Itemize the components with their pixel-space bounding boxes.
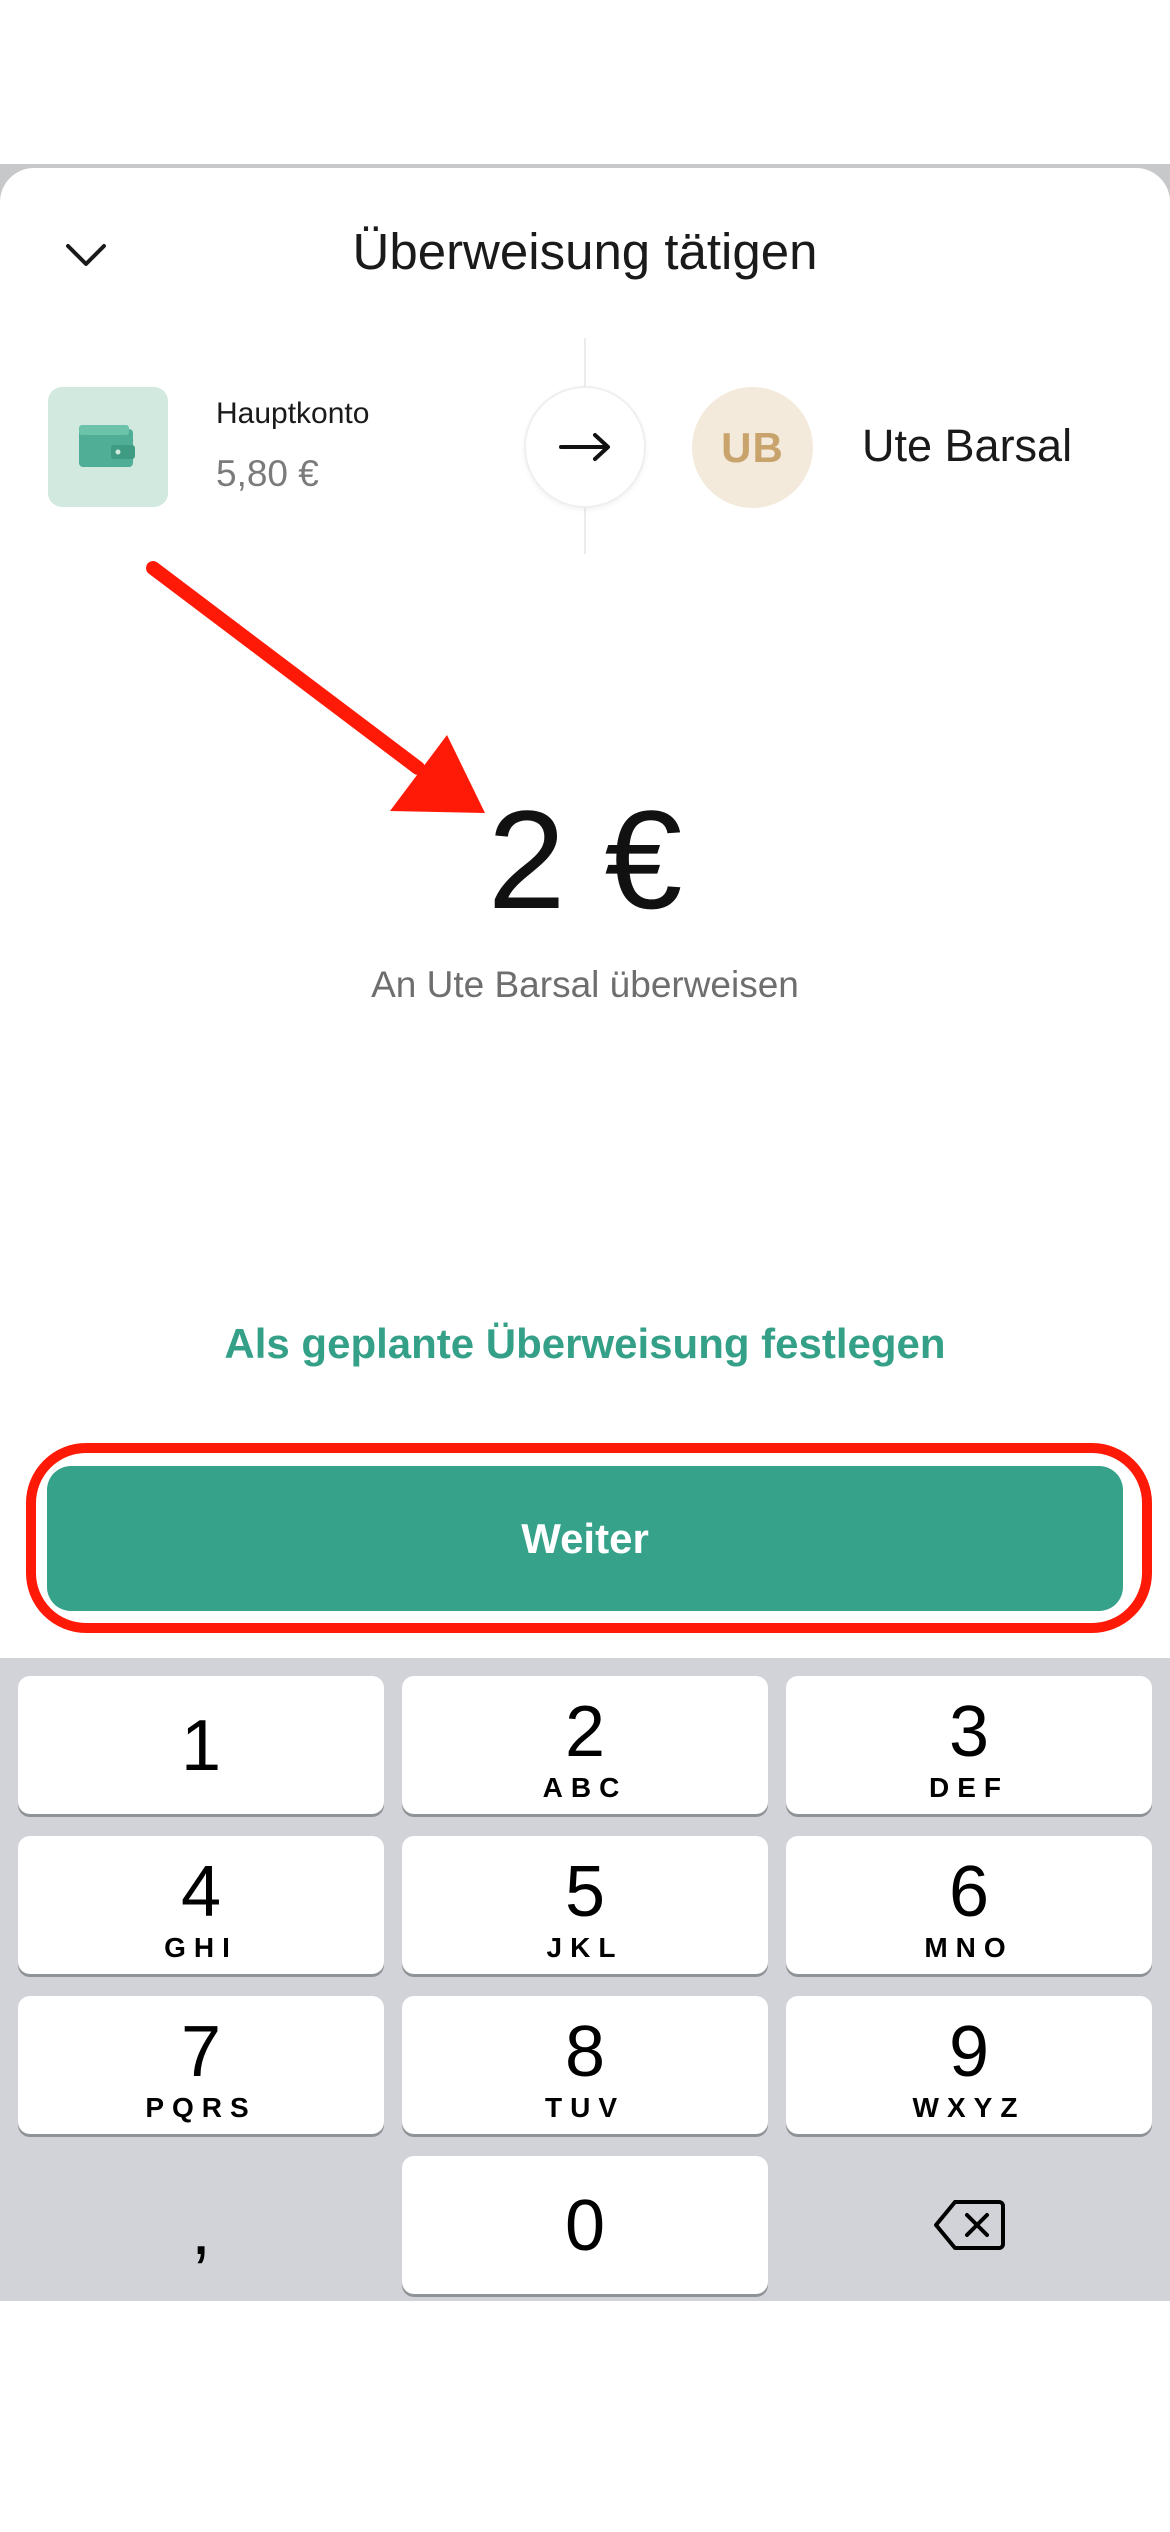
key-8[interactable]: 8 TUV <box>402 1996 768 2134</box>
key-letters: TUV <box>545 2092 625 2123</box>
key-letters: WXYZ <box>912 2092 1026 2123</box>
key-letters: GHI <box>164 1932 238 1963</box>
arrow-right-icon <box>559 433 610 461</box>
key-digit: 0 <box>564 2186 606 2266</box>
source-account-balance: 5,80 € <box>216 453 319 494</box>
key-2[interactable]: 2 ABC <box>402 1676 768 1814</box>
key-4[interactable]: 4 GHI <box>18 1836 384 1974</box>
recipient-name: Ute Barsal <box>862 420 1073 471</box>
status-area <box>0 0 1170 166</box>
key-letters: PQRS <box>145 2092 257 2123</box>
key-digit: 2 <box>564 1692 606 1772</box>
key-letters: ABC <box>542 1772 628 1803</box>
transfer-direction <box>524 386 646 508</box>
home-indicator-area <box>0 2301 1170 2532</box>
schedule-transfer-link[interactable]: Als geplante Überweisung festlegen <box>0 1320 1170 1368</box>
key-digit: 6 <box>948 1852 990 1932</box>
key-5[interactable]: 5 JKL <box>402 1836 768 1974</box>
key-7[interactable]: 7 PQRS <box>18 1996 384 2134</box>
source-account-icon <box>48 387 168 507</box>
key-3[interactable]: 3 DEF <box>786 1676 1152 1814</box>
key-delete[interactable] <box>786 2156 1152 2294</box>
key-letters: DEF <box>929 1772 1009 1803</box>
continue-button[interactable]: Weiter <box>47 1466 1123 1611</box>
amount-display: 2 € <box>487 781 683 938</box>
key-letters: MNO <box>924 1932 1014 1963</box>
key-digit: 7 <box>180 2012 222 2092</box>
key-letters: JKL <box>546 1932 624 1963</box>
backspace-icon <box>934 2200 1005 2250</box>
recipient-avatar: UB <box>692 387 813 508</box>
key-digit: 8 <box>564 2012 606 2092</box>
key-digit: 5 <box>564 1852 606 1932</box>
source-account-name: Hauptkonto <box>216 397 370 430</box>
key-digit: 4 <box>180 1852 222 1932</box>
key-1[interactable]: 1 <box>18 1676 384 1814</box>
page-title: Überweisung tätigen <box>352 223 818 280</box>
amount-subtitle: An Ute Barsal überweisen <box>371 964 799 1005</box>
key-digit: 1 <box>180 1706 222 1786</box>
key-digit: 9 <box>948 2012 990 2092</box>
numeric-keypad: 1 2 ABC 3 DEF 4 GHI 5 JKL 6 MNO 7 PQRS 8… <box>0 1658 1170 2301</box>
key-0[interactable]: 0 <box>402 2156 768 2294</box>
key-9[interactable]: 9 WXYZ <box>786 1996 1152 2134</box>
key-digit: 3 <box>948 1692 990 1772</box>
wallet-icon <box>79 425 135 467</box>
key-6[interactable]: 6 MNO <box>786 1836 1152 1974</box>
comma-label: , <box>190 2190 211 2270</box>
key-comma[interactable]: , <box>18 2156 384 2294</box>
